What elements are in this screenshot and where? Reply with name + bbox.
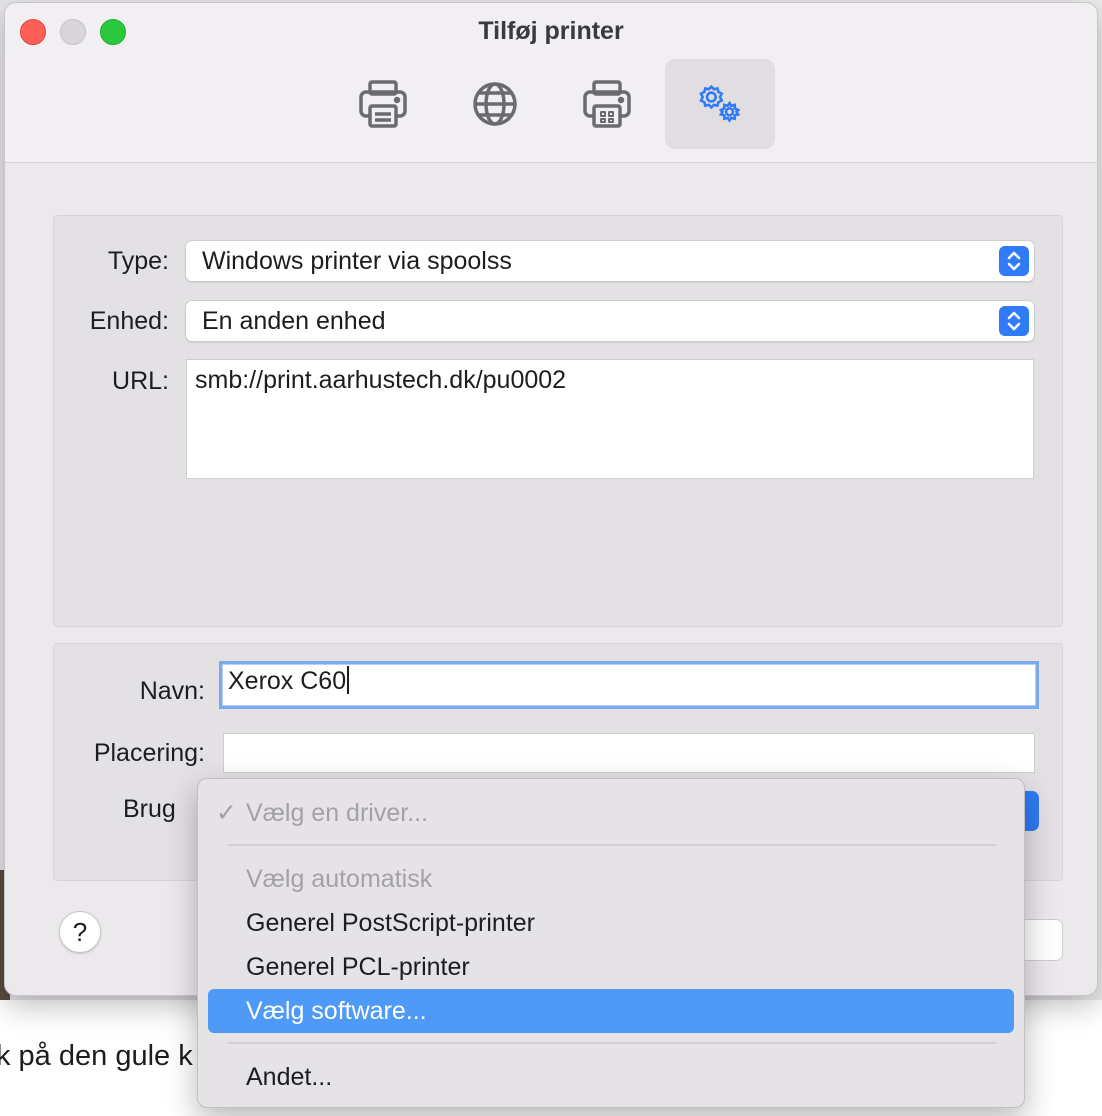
windows-printer-icon <box>583 80 631 128</box>
titlebar: Tilføj printer <box>5 3 1097 163</box>
globe-icon <box>473 82 517 126</box>
name-field[interactable]: Xerox C60 <box>219 661 1039 709</box>
gears-icon <box>699 84 741 123</box>
menu-item-other[interactable]: Andet... <box>208 1055 1014 1099</box>
checkmark-icon: ✓ <box>216 799 237 827</box>
use-driver-label: Brug <box>123 795 176 823</box>
device-select-value: En anden enhed <box>202 307 386 335</box>
url-label: URL: <box>112 367 169 395</box>
window-title: Tilføj printer <box>478 17 624 45</box>
url-field[interactable]: smb://print.aarhustech.dk/pu0002 <box>186 359 1034 479</box>
menu-item-label: Vælg en driver... <box>246 799 429 827</box>
menu-item-label: Generel PostScript-printer <box>246 909 536 937</box>
driver-dropdown-menu: ✓ Vælg en driver... Vælg automatisk Gene… <box>197 778 1025 1108</box>
menu-item-generic-pcl[interactable]: Generel PCL-printer <box>208 945 1014 989</box>
name-label: Navn: <box>139 677 205 705</box>
name-field-value: Xerox C60 <box>228 667 347 695</box>
type-select-value: Windows printer via spoolss <box>202 247 512 275</box>
menu-item-label: Andet... <box>246 1063 333 1091</box>
menu-item-label: Generel PCL-printer <box>246 953 470 981</box>
menu-separator <box>228 1042 996 1044</box>
type-label: Type: <box>107 247 169 275</box>
device-label: Enhed: <box>89 307 169 335</box>
background-document-text: k på den gule k <box>0 1040 193 1072</box>
menu-item-choose-driver[interactable]: ✓ Vælg en driver... <box>208 791 1014 835</box>
toolbar-windows-printer-button[interactable] <box>552 59 662 149</box>
menu-item-generic-postscript[interactable]: Generel PostScript-printer <box>208 901 1014 945</box>
toolbar-default-printer-button[interactable] <box>328 59 438 149</box>
location-field[interactable] <box>223 733 1035 773</box>
toolbar-advanced-button[interactable] <box>665 59 775 149</box>
menu-item-auto-select[interactable]: Vælg automatisk <box>208 857 1014 901</box>
device-select[interactable]: En anden enhed <box>185 300 1035 342</box>
device-select-stepper-icon <box>999 306 1029 336</box>
help-button[interactable]: ? <box>59 911 101 953</box>
toolbar-ip-printer-button[interactable] <box>440 59 550 149</box>
menu-item-select-software[interactable]: Vælg software... <box>208 989 1014 1033</box>
location-label: Placering: <box>93 739 205 767</box>
menu-separator <box>228 844 996 846</box>
printer-icon <box>359 80 407 128</box>
text-caret <box>347 666 350 694</box>
menu-item-label: Vælg software... <box>246 997 427 1025</box>
type-select[interactable]: Windows printer via spoolss <box>185 240 1035 282</box>
menu-item-label: Vælg automatisk <box>246 865 433 893</box>
type-select-stepper-icon <box>999 246 1029 276</box>
